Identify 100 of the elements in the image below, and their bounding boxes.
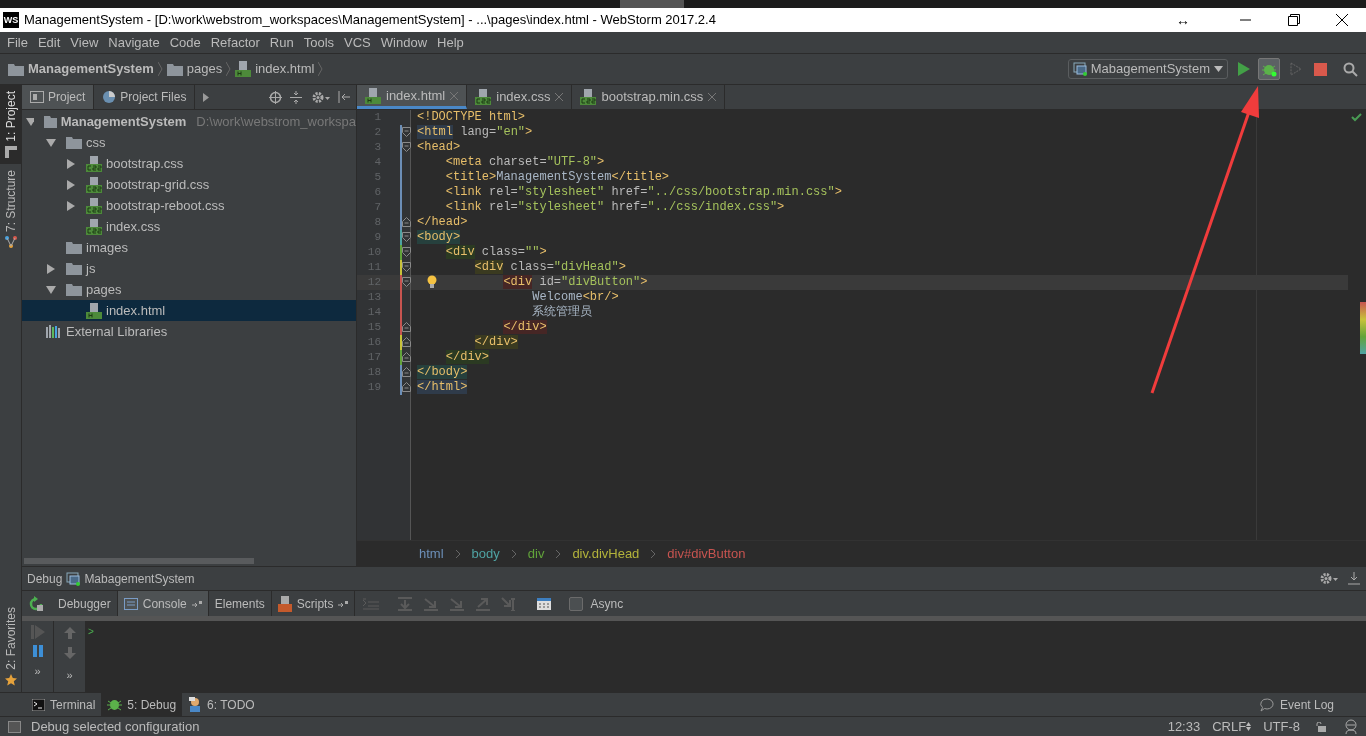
caret-position[interactable]: 12:33 xyxy=(1167,716,1201,736)
fold-icon[interactable] xyxy=(402,382,411,392)
tree-item[interactable]: index.css xyxy=(22,216,356,237)
menu-item[interactable]: Tools xyxy=(298,32,340,53)
tool-tab[interactable]: 5: Debug xyxy=(101,693,183,716)
fold-icon[interactable] xyxy=(402,142,411,152)
tree-item[interactable]: bootstrap-reboot.css xyxy=(22,195,356,216)
panel-tab[interactable]: Project xyxy=(22,85,95,109)
expanded-arrow-icon[interactable] xyxy=(46,137,56,148)
close-button[interactable] xyxy=(1336,14,1348,26)
tree-item[interactable]: ManagementSystem D:\work\webstrom_workspa xyxy=(22,111,356,132)
async-checkbox[interactable] xyxy=(569,596,584,611)
editor-tab[interactable]: index.html xyxy=(357,85,468,109)
more-glyph[interactable]: » xyxy=(66,667,73,684)
hide-icon[interactable] xyxy=(1348,572,1360,585)
collapsed-arrow-icon[interactable] xyxy=(66,179,76,190)
folder-icon xyxy=(43,115,57,128)
encoding[interactable]: UTF-8 xyxy=(1263,716,1300,736)
editor-tab[interactable]: index.css xyxy=(467,85,573,109)
maximize-button[interactable] xyxy=(1288,14,1300,26)
run-icon[interactable] xyxy=(1238,62,1250,76)
event-log-button[interactable]: Event Log xyxy=(1279,695,1334,714)
menu-item[interactable]: Help xyxy=(432,32,469,53)
debug-tab[interactable]: Debugger xyxy=(52,591,118,616)
tool-window-button[interactable]: 1: Project xyxy=(0,85,21,164)
debug-tab[interactable]: Elements xyxy=(208,591,272,616)
menu-item[interactable]: VCS xyxy=(339,32,376,53)
pause-icon[interactable] xyxy=(32,645,43,657)
breadcrumb-item[interactable]: div.divHead xyxy=(572,543,640,564)
fold-icon[interactable] xyxy=(402,322,411,332)
scrollbar[interactable] xyxy=(24,558,254,564)
code-line: <meta charset="UTF-8"> xyxy=(444,155,606,170)
run-config-dropdown[interactable]: MabagementSystem xyxy=(1067,59,1228,79)
lightbulb-icon[interactable] xyxy=(427,275,437,289)
menu-item[interactable]: View xyxy=(65,32,104,53)
tool-tab[interactable]: Terminal xyxy=(26,693,102,716)
fold-icon[interactable] xyxy=(402,127,411,137)
search-icon[interactable] xyxy=(1343,61,1358,77)
calculator-icon[interactable] xyxy=(537,597,552,610)
fold-icon[interactable] xyxy=(402,262,411,272)
breadcrumb-item[interactable]: div#divButton xyxy=(667,543,746,564)
fold-icon[interactable] xyxy=(402,277,411,287)
fold-icon[interactable] xyxy=(402,217,411,227)
panel-toggle-icon[interactable] xyxy=(8,720,21,733)
debug-tab[interactable]: Scripts xyxy=(271,591,356,616)
expanded-arrow-icon[interactable] xyxy=(26,116,34,127)
tool-tab[interactable]: 6: TODO xyxy=(182,693,261,716)
lock-icon[interactable] xyxy=(1316,721,1326,732)
fold-icon[interactable] xyxy=(402,247,411,257)
fold-icon[interactable] xyxy=(402,367,411,377)
collapse-icon[interactable] xyxy=(290,90,302,104)
code-line: <div class="divHead"> xyxy=(473,260,627,275)
tool-window-button[interactable]: 7: Structure xyxy=(0,163,21,254)
play-icon[interactable] xyxy=(203,92,210,102)
tree-item[interactable]: css xyxy=(22,132,356,153)
menu-item[interactable]: Run xyxy=(264,32,299,53)
menu-item[interactable]: Refactor xyxy=(205,32,265,53)
fold-icon[interactable] xyxy=(402,352,411,362)
inspector-icon[interactable] xyxy=(1344,718,1358,735)
hide-icon[interactable] xyxy=(338,91,350,103)
collapsed-arrow-icon[interactable] xyxy=(46,263,56,274)
pin-icon[interactable] xyxy=(338,599,349,608)
target-icon[interactable] xyxy=(269,90,282,104)
tool-window-button[interactable]: 2: Favorites xyxy=(0,601,21,692)
tree-item[interactable]: pages xyxy=(22,279,356,300)
line-separator[interactable]: CRLF xyxy=(1212,716,1247,736)
menu-item[interactable]: File xyxy=(2,32,33,53)
breadcrumb-item[interactable]: body xyxy=(471,543,500,564)
breadcrumb-item[interactable]: index.html xyxy=(235,59,315,79)
menu-item[interactable]: Code xyxy=(164,32,206,53)
breadcrumb-item[interactable]: div xyxy=(527,543,545,564)
menu-item[interactable]: Window xyxy=(375,32,433,53)
tree-item[interactable]: bootstrap.css xyxy=(22,153,356,174)
tree-item[interactable]: External Libraries xyxy=(22,321,356,342)
collapsed-arrow-icon[interactable] xyxy=(66,158,76,169)
menu-item[interactable]: Navigate xyxy=(103,32,165,53)
close-icon[interactable] xyxy=(555,93,564,101)
rerun-icon[interactable] xyxy=(28,595,44,612)
breadcrumb-item[interactable]: html xyxy=(419,543,444,564)
status-message: Debug selected configuration xyxy=(31,717,200,736)
collapsed-arrow-icon[interactable] xyxy=(66,200,76,211)
debug-tab[interactable]: Console xyxy=(117,591,209,616)
settings-icon[interactable] xyxy=(312,90,330,104)
menu-item[interactable]: Edit xyxy=(32,32,66,53)
more-glyph[interactable]: » xyxy=(34,663,41,680)
stop-icon[interactable] xyxy=(1314,62,1327,76)
debug-button[interactable] xyxy=(1258,58,1280,80)
editor-tab[interactable]: bootstrap.min.css xyxy=(572,85,726,109)
tree-item[interactable]: index.html xyxy=(22,300,356,321)
fold-icon[interactable] xyxy=(402,337,411,347)
close-icon[interactable] xyxy=(708,93,717,101)
breadcrumb-item[interactable]: pages xyxy=(166,59,223,79)
tree-item[interactable]: images xyxy=(22,237,356,258)
expanded-arrow-icon[interactable] xyxy=(46,284,56,295)
tree-item[interactable]: js xyxy=(22,258,356,279)
tree-item[interactable]: bootstrap-grid.css xyxy=(22,174,356,195)
fold-icon[interactable] xyxy=(402,232,411,242)
settings-icon[interactable] xyxy=(1320,572,1338,585)
breadcrumb-item[interactable]: ManagementSystem xyxy=(8,59,154,79)
pin-icon[interactable] xyxy=(191,599,202,608)
